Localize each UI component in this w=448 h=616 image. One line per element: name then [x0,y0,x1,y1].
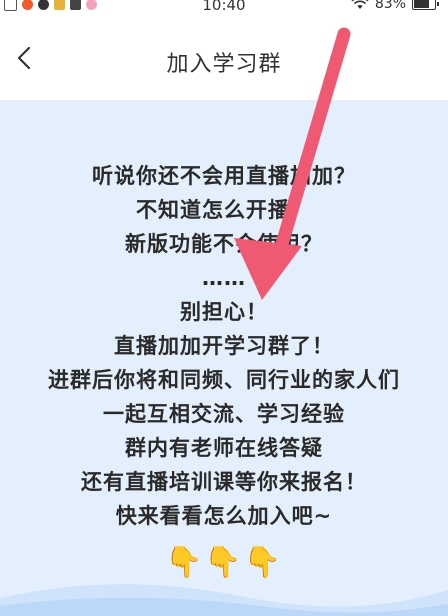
message-line: 别担心！ [180,300,268,324]
pointing-down-icon: 👇👇👇 [164,545,284,580]
wifi-icon [351,0,369,9]
message-line: 不知道怎么开播？ [136,198,312,222]
message-line: 听说你还不会用直播加加？ [92,164,356,188]
battery-icon [412,0,439,10]
battery-percent: 83% [374,0,406,12]
message-block: 听说你还不会用直播加加？ 不知道怎么开播？ 新版功能不会使用？ …… 别担心！ … [0,159,448,533]
message-line: 直播加加开学习群了！ [114,334,334,358]
page-title: 加入学习群 [166,52,282,77]
status-bar: 10:40 83% [0,0,448,16]
message-line: 还有直播培训课等你来报名！ [81,470,367,494]
status-right: 83% [351,0,439,12]
navigation-bar: 加入学习群 [0,16,448,101]
wave-decoration [0,584,448,616]
message-line: 新版功能不会使用？ [125,232,323,256]
message-line: 群内有老师在线答疑 [125,436,323,460]
message-line: 进群后你将和同频、同行业的家人们 [48,368,400,392]
content-panel: 听说你还不会用直播加加？ 不知道怎么开播？ 新版功能不会使用？ …… 别担心！ … [0,101,448,616]
message-line: …… [202,266,246,290]
message-line: 快来看看怎么加入吧~ [115,504,333,528]
message-line: 一起互相交流、学习经验 [103,402,345,426]
